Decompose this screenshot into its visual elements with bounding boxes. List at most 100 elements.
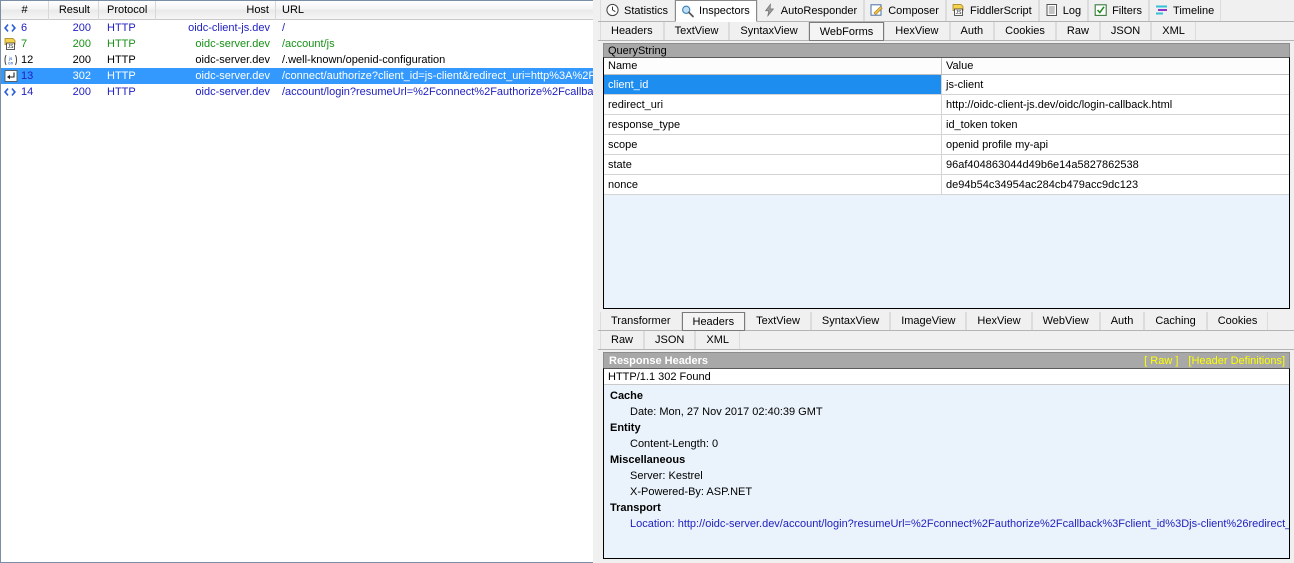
main-tab-label: Inspectors: [699, 5, 750, 17]
response-tab-json[interactable]: JSON: [644, 331, 696, 349]
session-row[interactable]: 6 200 HTTP oidc-client-js.dev /: [1, 20, 593, 36]
header-group[interactable]: Miscellaneous: [608, 452, 1289, 468]
session-row-number-cell: 14: [1, 84, 49, 100]
header-group[interactable]: Transport: [608, 500, 1289, 516]
session-row[interactable]: js on 12 200 HTTP oidc-server.dev /.well-known…: [1, 52, 593, 68]
querystring-name: client_id: [604, 75, 942, 94]
response-tab-raw[interactable]: Raw: [600, 331, 645, 349]
html-document-icon: [3, 85, 19, 99]
querystring-value: 96af404863044d49b6e14a5827862538: [946, 159, 1139, 171]
response-tab-webview[interactable]: WebView: [1031, 312, 1100, 330]
querystring-row[interactable]: scope openid profile my-api: [604, 135, 1289, 155]
response-headers-links: [ Raw ] [Header Definitions]: [1144, 355, 1285, 367]
js-script-icon: JS: [951, 3, 966, 18]
response-tab-headers[interactable]: Headers: [681, 312, 746, 331]
response-inspector-tab-bar-row1: Transformer Headers TextView SyntaxView Imag…: [598, 312, 1294, 331]
column-header-protocol[interactable]: Protocol: [99, 1, 156, 20]
session-list-panel: # Result Protocol Host URL 6 200 HTTP oidc-…: [0, 0, 593, 563]
response-tab-xml[interactable]: XML: [695, 331, 740, 349]
timeline-bars-icon: [1154, 3, 1169, 18]
main-tab-label: FiddlerScript: [969, 4, 1032, 17]
session-number: 13: [21, 70, 34, 82]
request-webforms-view: QueryString Name Value client_id js-clien…: [598, 41, 1294, 312]
response-tab-textview[interactable]: TextView: [745, 312, 811, 330]
request-tab-webforms[interactable]: WebForms: [808, 22, 885, 41]
session-url: /connect/authorize?client_id=js-client&r…: [282, 70, 593, 82]
html-document-icon: [3, 21, 19, 35]
checkbox-icon: [1093, 3, 1108, 18]
session-row[interactable]: 14 200 HTTP oidc-server.dev/account/login?r…: [1, 84, 593, 100]
fiddler-window: # Result Protocol Host URL 6 200 HTTP oidc-…: [0, 0, 1294, 563]
session-row[interactable]: 13 302 HTTP oidc-server.dev/connect/authori…: [1, 68, 593, 84]
session-result: 200: [72, 22, 91, 34]
response-tab-syntaxview[interactable]: SyntaxView: [810, 312, 891, 330]
request-tab-json[interactable]: JSON: [1099, 22, 1152, 40]
request-tab-hexview[interactable]: HexView: [884, 22, 950, 40]
session-url: /.well-known/openid-configuration: [282, 54, 446, 66]
session-number: 12: [21, 54, 34, 66]
response-tab-caching[interactable]: Caching: [1144, 312, 1207, 330]
raw-link[interactable]: [ Raw ]: [1144, 355, 1178, 367]
response-tab-imageview[interactable]: ImageView: [890, 312, 967, 330]
response-tab-hexview[interactable]: HexView: [966, 312, 1032, 330]
session-result: 200: [72, 54, 91, 66]
request-tab-xml[interactable]: XML: [1151, 22, 1196, 40]
header-item: Content-Length: 0: [630, 438, 719, 450]
querystring-row[interactable]: redirect_uri http://oidc-client-js.dev/oi…: [604, 95, 1289, 115]
session-row-number-cell: 13: [1, 68, 49, 84]
pencil-pad-icon: [869, 3, 884, 18]
header-group[interactable]: Entity: [608, 420, 1289, 436]
querystring-value: de94b54c34954ac284cb479acc9dc123: [946, 179, 1139, 191]
response-tab-auth[interactable]: Auth: [1099, 312, 1145, 330]
request-tab-cookies[interactable]: Cookies: [994, 22, 1056, 40]
main-tab-log[interactable]: Log: [1038, 0, 1089, 21]
session-url: /account/js: [282, 38, 335, 50]
main-tab-label: Filters: [1112, 4, 1143, 17]
main-tab-filters[interactable]: Filters: [1088, 0, 1150, 21]
querystring-name: response_type: [604, 115, 942, 134]
main-tab-autoresponder[interactable]: AutoResponder: [756, 0, 865, 21]
main-tab-timeline[interactable]: Timeline: [1149, 0, 1222, 21]
session-result: 200: [72, 86, 91, 98]
main-tab-composer[interactable]: Composer: [864, 0, 946, 21]
querystring-row[interactable]: response_type id_token token: [604, 115, 1289, 135]
main-tab-label: Timeline: [1173, 4, 1215, 17]
request-tab-headers[interactable]: Headers: [600, 22, 664, 40]
session-row-number-cell: js on 12: [1, 52, 49, 68]
response-status-line: HTTP/1.1 302 Found: [604, 369, 1289, 385]
session-list-header: # Result Protocol Host URL: [1, 1, 593, 20]
session-row[interactable]: JS 7 200 HTTP oidc-server.dev/account/js: [1, 36, 593, 52]
main-tab-bar: Statistics Inspectors AutoResponder Compose…: [598, 0, 1294, 22]
column-header-host[interactable]: Host: [156, 1, 276, 20]
request-tab-syntaxview[interactable]: SyntaxView: [729, 22, 809, 40]
header-item[interactable]: Location: http://oidc-server.dev/account…: [608, 516, 1289, 532]
main-tab-statistics[interactable]: Statistics: [600, 0, 676, 21]
column-header-result[interactable]: Result: [49, 1, 99, 20]
session-row-number-cell: 6: [1, 20, 49, 36]
session-protocol: HTTP: [107, 38, 136, 50]
main-tab-inspectors[interactable]: Inspectors: [675, 0, 757, 22]
querystring-col-name[interactable]: Name: [604, 58, 942, 74]
response-inspector: Transformer Headers TextView SyntaxView Imag…: [598, 312, 1294, 563]
request-tab-textview[interactable]: TextView: [663, 22, 730, 40]
querystring-row[interactable]: client_id js-client: [604, 75, 1289, 95]
querystring-row[interactable]: state 96af404863044d49b6e14a5827862538: [604, 155, 1289, 175]
column-header-url[interactable]: URL: [276, 1, 593, 20]
querystring-name: state: [604, 155, 942, 174]
lightning-icon: [762, 3, 777, 18]
querystring-row[interactable]: nonce de94b54c34954ac284cb479acc9dc123: [604, 175, 1289, 195]
column-header-num[interactable]: #: [1, 1, 49, 20]
querystring-col-value[interactable]: Value: [942, 58, 1289, 74]
request-inspector-tab-bar: Headers TextView SyntaxView WebForms HexView…: [598, 22, 1294, 41]
main-tab-label: AutoResponder: [780, 4, 858, 17]
request-tab-auth[interactable]: Auth: [949, 22, 995, 40]
main-tab-fiddlerscript[interactable]: JS FiddlerScript: [945, 0, 1039, 21]
response-tab-transformer[interactable]: Transformer: [600, 312, 682, 330]
response-tab-cookies[interactable]: Cookies: [1206, 312, 1269, 330]
header-group[interactable]: Cache: [608, 388, 1289, 404]
header-definitions-link[interactable]: [Header Definitions]: [1188, 355, 1285, 367]
session-url: /account/login?resumeUrl=%2Fconnect%2Fau…: [282, 86, 593, 98]
querystring-value: js-client: [946, 79, 984, 91]
request-tab-raw[interactable]: Raw: [1055, 22, 1100, 40]
session-host: oidc-client-js.dev: [188, 22, 270, 34]
